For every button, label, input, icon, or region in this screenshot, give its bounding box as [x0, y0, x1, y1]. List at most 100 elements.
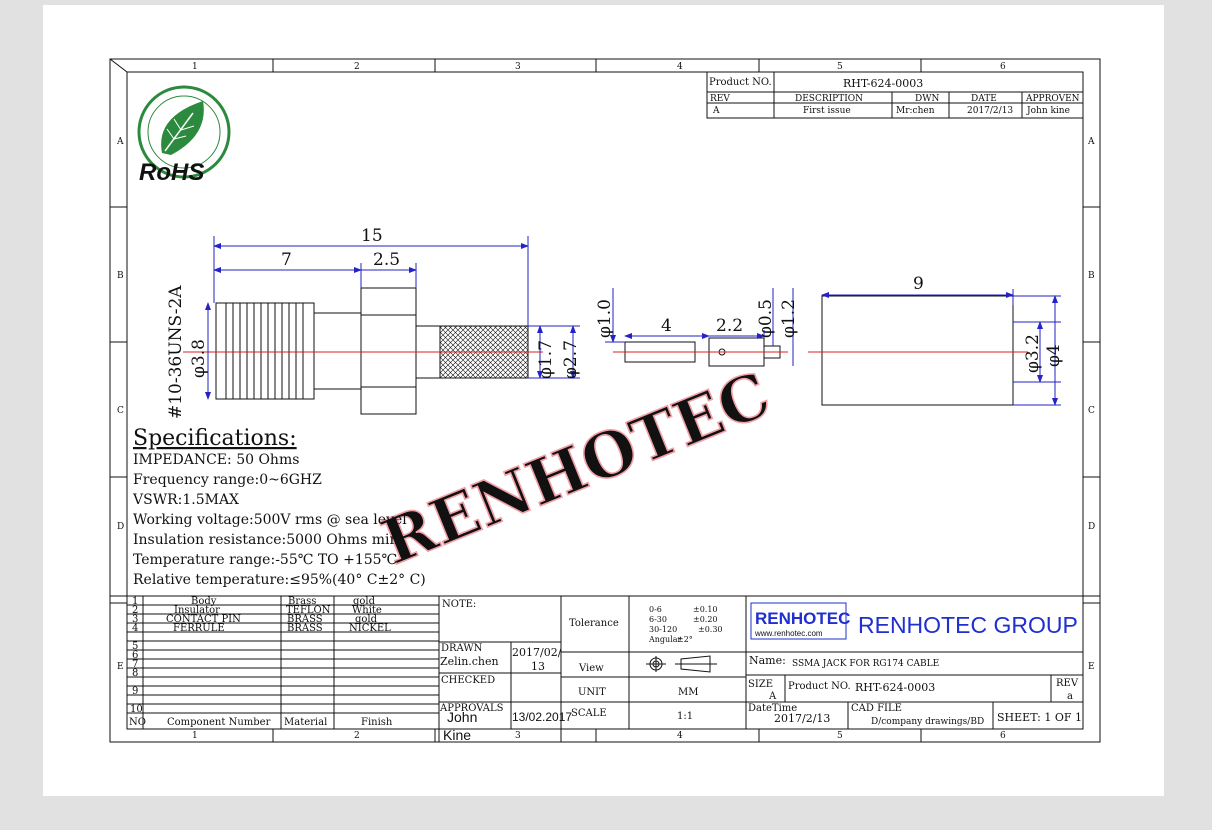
- rohs-logo-icon: RoHS: [137, 85, 231, 186]
- bom-header-component: Component Number: [167, 717, 271, 728]
- company-logo-text: RENHOTEC: [755, 609, 850, 628]
- company-url: www.renhotec.com: [754, 629, 823, 638]
- watermark: RENHOTEC: [372, 357, 780, 579]
- spec-humidity: Relative temperature:≤95%(40° C±2° C): [133, 572, 426, 588]
- unit-value: MM: [678, 687, 698, 698]
- approven-header: APPROVEN: [1025, 94, 1080, 104]
- bom-row10-no: 10: [130, 704, 143, 715]
- bom-header-no: NO: [129, 717, 146, 728]
- scale-label: SCALE: [571, 708, 607, 719]
- cad-label: CAD FILE: [851, 703, 902, 714]
- dim-d1-7: φ1.7: [536, 340, 556, 379]
- dim-2-5: 2.5: [373, 250, 400, 270]
- zone-top-4: 4: [677, 62, 683, 72]
- spec-insulation: Insulation resistance:5000 Ohms min: [133, 532, 398, 548]
- bom-table: 1 Body Brass gold 2 Insulator TEFLON Whi…: [129, 596, 393, 728]
- tol-val-1: ±0.10: [693, 605, 718, 614]
- rev-label: REV: [1056, 678, 1079, 689]
- bom-header-material: Material: [284, 717, 327, 728]
- company-name: RENHOTEC GROUP: [858, 612, 1078, 638]
- rev-value: A: [712, 106, 720, 116]
- tolerance-label: Tolerance: [569, 618, 619, 629]
- spec-title: Specifications:: [133, 426, 297, 451]
- spec-voltage: Working voltage:500V rms @ sea level: [133, 512, 407, 528]
- tol-val-2: ±0.20: [693, 615, 718, 624]
- rohs-text: RoHS: [139, 159, 204, 186]
- zone-left-e: E: [117, 662, 124, 672]
- zone-bottom-2: 2: [354, 731, 360, 741]
- rev-header: REV: [710, 94, 730, 104]
- zone-right-d: D: [1088, 522, 1095, 532]
- approven-value: John kine: [1026, 106, 1070, 116]
- description-header: DESCRIPTION: [795, 94, 863, 104]
- ferrule-view: [821, 295, 1014, 406]
- drawn-date-a: 2017/02/: [512, 646, 562, 659]
- zone-top-1: 1: [192, 62, 198, 72]
- zone-top-3: 3: [515, 62, 521, 72]
- dim-7: 7: [281, 250, 292, 270]
- dim-thread: #10-36UNS-2A: [166, 285, 186, 419]
- pno-label: Product NO.: [788, 681, 851, 692]
- pno-value: RHT-624-0003: [855, 681, 935, 694]
- approvals-name-b: Kine: [443, 727, 471, 743]
- datetime-value: 2017/2/13: [774, 712, 830, 725]
- zone-top-2: 2: [354, 62, 360, 72]
- connector-side-view: [215, 287, 529, 415]
- zone-left-d: D: [117, 522, 124, 532]
- zone-right-b: B: [1088, 271, 1095, 281]
- sheet-value: SHEET: 1 OF 1: [997, 711, 1082, 724]
- name-label: Name:: [749, 654, 786, 667]
- size-label: SIZE: [748, 679, 773, 690]
- tol-val-3: ±0.30: [698, 625, 723, 634]
- description-value: First issue: [803, 106, 851, 116]
- dim-d1-2: φ1.2: [779, 299, 799, 338]
- dim-d3-2: φ3.2: [1023, 334, 1043, 373]
- tol-val-4: ±2°: [677, 635, 693, 644]
- title-block: NOTE: Tolerance 0-6 ±0.10 6-30 ±0.20 30-…: [439, 599, 1082, 743]
- tol-range-1: 0-6: [649, 605, 662, 614]
- dim-4: 4: [661, 316, 672, 336]
- spec-frequency: Frequency range:0~6GHZ: [133, 472, 322, 488]
- zone-top-6: 6: [1000, 62, 1006, 72]
- bom-header-finish: Finish: [361, 717, 393, 728]
- zone-bottom-3: 3: [515, 731, 521, 741]
- spec-impedance: IMPEDANCE: 50 Ohms: [133, 452, 299, 468]
- drawn-name: Zelin.chen: [440, 655, 499, 668]
- zone-left-a: A: [116, 137, 124, 147]
- scale-value: 1:1: [677, 711, 693, 722]
- name-value: SSMA JACK FOR RG174 CABLE: [792, 659, 939, 669]
- dim-d3-8: φ3.8: [189, 339, 209, 378]
- product-no-value: RHT-624-0003: [843, 77, 923, 90]
- company-logo: RENHOTEC www.renhotec.com: [750, 602, 850, 640]
- spec-vswr: VSWR:1.5MAX: [132, 492, 239, 508]
- note-label: NOTE:: [442, 599, 476, 610]
- dwn-value: Mr:chen: [896, 106, 935, 116]
- dim-15: 15: [361, 226, 383, 246]
- spec-temperature: Temperature range:-55℃ TO +155℃: [133, 552, 397, 568]
- zone-bottom-4: 4: [677, 731, 683, 741]
- bom-row8-no: 8: [132, 668, 138, 679]
- tol-range-3: 30-120: [649, 625, 677, 634]
- size-value: A: [768, 691, 777, 702]
- bom-row4-material: BRASS: [287, 623, 323, 634]
- zone-bottom-1: 1: [192, 731, 198, 741]
- dim-9: 9: [913, 274, 924, 294]
- dwn-header: DWN: [915, 94, 939, 104]
- date-header: DATE: [971, 94, 997, 104]
- zone-bottom-6: 6: [1000, 731, 1006, 741]
- approvals-name-a: John: [447, 709, 477, 725]
- zone-right-e: E: [1088, 662, 1095, 672]
- dim-d1-0: φ1.0: [595, 299, 615, 338]
- drawn-date-b: 13: [531, 660, 545, 673]
- drawn-label: DRAWN: [441, 643, 483, 654]
- bom-row4-component: FERRULE: [173, 623, 225, 634]
- bom-row4-no: 4: [132, 623, 138, 634]
- bom-row4-finish: NICKEL: [349, 623, 391, 634]
- zone-bottom-5: 5: [837, 731, 843, 741]
- product-no-label: Product NO.: [709, 77, 772, 88]
- zone-right-c: C: [1088, 406, 1095, 416]
- drawing-sheet: 1 2 3 4 5 6 1 2 3 4 5 6 A B C D E A B C …: [43, 5, 1164, 796]
- revision-block: Product NO. RHT-624-0003 REV DESCRIPTION…: [706, 71, 1084, 119]
- rev-value: a: [1067, 691, 1073, 702]
- projection-icon: [646, 655, 717, 673]
